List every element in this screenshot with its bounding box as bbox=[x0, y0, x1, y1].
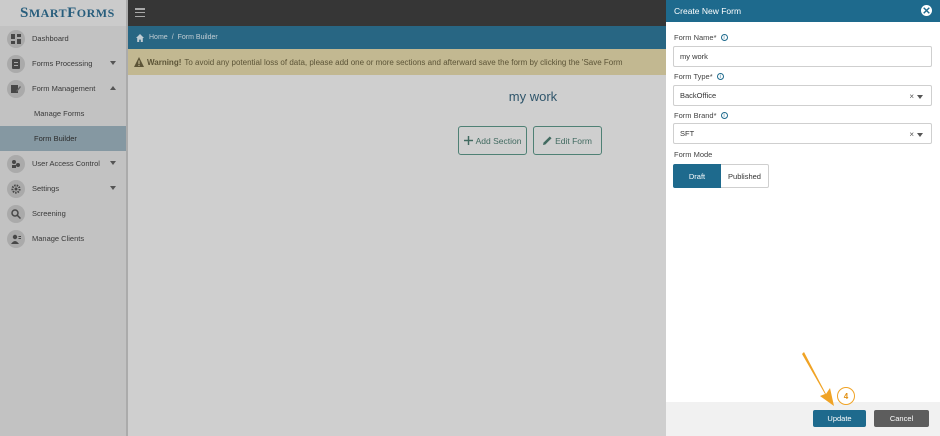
home-icon[interactable] bbox=[136, 33, 144, 42]
sidebar-item-label: Screening bbox=[32, 209, 66, 218]
hamburger-menu-icon[interactable] bbox=[135, 8, 145, 17]
select-controls: × bbox=[909, 130, 923, 139]
sidebar: S MART F ORMS Dashboard Forms Processing F… bbox=[0, 0, 128, 436]
sidebar-item-form-management[interactable]: Form Management bbox=[0, 76, 126, 101]
chevron-up-icon bbox=[110, 86, 116, 90]
logo-letter-f: F bbox=[67, 4, 77, 21]
panel-header: Create New Form bbox=[666, 0, 940, 22]
panel-title: Create New Form bbox=[674, 6, 742, 16]
panel-footer: Update Cancel bbox=[666, 402, 940, 436]
mode-draft-button[interactable]: Draft bbox=[673, 164, 721, 188]
logo-text-orms: ORMS bbox=[76, 5, 115, 20]
plus-icon bbox=[463, 136, 473, 145]
users-icon bbox=[7, 154, 25, 173]
form-brand-label-text: Form Brand* bbox=[674, 111, 717, 120]
form-brand-select[interactable]: SFT × bbox=[673, 123, 932, 144]
breadcrumb: Home / Form Builder bbox=[128, 26, 668, 49]
edit-form-label: Edit Form bbox=[555, 135, 592, 146]
form-type-label: Form Type* i bbox=[674, 72, 724, 81]
breadcrumb-current: Form Builder bbox=[177, 34, 218, 41]
sidebar-item-label: Manage Clients bbox=[32, 234, 85, 243]
form-name-label-text: Form Name* bbox=[674, 33, 717, 42]
warning-label: Warning! bbox=[147, 57, 182, 67]
dashboard-icon bbox=[7, 29, 25, 48]
info-icon: i bbox=[720, 34, 728, 41]
chevron-down-icon bbox=[110, 61, 116, 65]
close-button[interactable] bbox=[921, 5, 932, 16]
search-icon bbox=[7, 204, 25, 223]
form-management-icon bbox=[7, 79, 25, 98]
sidebar-item-dashboard[interactable]: Dashboard bbox=[0, 26, 126, 51]
update-button[interactable]: Update bbox=[813, 410, 866, 427]
gear-icon bbox=[7, 179, 25, 198]
warning-text: To avoid any potential loss of data, ple… bbox=[184, 57, 623, 67]
sidebar-item-label: Dashboard bbox=[32, 34, 69, 43]
annotation-arrow-icon bbox=[802, 352, 834, 406]
sidebar-item-settings[interactable]: Settings bbox=[0, 176, 126, 201]
form-brand-label: Form Brand* i bbox=[674, 111, 728, 120]
chevron-down-icon[interactable] bbox=[917, 94, 923, 99]
chevron-down-icon bbox=[110, 186, 116, 190]
top-bar bbox=[128, 0, 668, 26]
form-type-select[interactable]: BackOffice × bbox=[673, 85, 932, 106]
step-badge: 4 bbox=[837, 387, 855, 405]
clear-icon[interactable]: × bbox=[909, 92, 914, 101]
sidebar-item-forms-processing[interactable]: Forms Processing bbox=[0, 51, 126, 76]
chevron-down-icon[interactable] bbox=[917, 132, 923, 137]
cancel-button[interactable]: Cancel bbox=[874, 410, 929, 427]
logo-text-mart: MART bbox=[28, 5, 68, 20]
sidebar-item-label: Forms Processing bbox=[32, 59, 93, 68]
breadcrumb-home[interactable]: Home bbox=[149, 34, 168, 41]
sidebar-item-label: User Access Control bbox=[32, 159, 100, 168]
form-mode-toggle: Draft Published bbox=[673, 164, 769, 188]
info-icon: i bbox=[716, 73, 724, 80]
sidebar-item-screening[interactable]: Screening bbox=[0, 201, 126, 226]
app-logo: S MART F ORMS bbox=[0, 0, 126, 26]
sidebar-item-label: Settings bbox=[32, 184, 60, 193]
logo-letter-s: S bbox=[20, 4, 29, 21]
forms-icon bbox=[7, 54, 25, 73]
form-mode-label: Form Mode bbox=[674, 150, 713, 159]
sidebar-item-form-builder[interactable]: Form Builder bbox=[0, 126, 126, 151]
add-section-label: Add Section bbox=[475, 135, 522, 146]
sidebar-item-manage-forms[interactable]: Manage Forms bbox=[0, 101, 126, 126]
pencil-icon bbox=[543, 136, 552, 145]
info-icon: i bbox=[720, 112, 728, 119]
sidebar-item-user-access-control[interactable]: User Access Control bbox=[0, 151, 126, 176]
form-type-label-text: Form Type* bbox=[674, 72, 713, 81]
client-icon bbox=[7, 229, 25, 248]
add-section-button[interactable]: Add Section bbox=[458, 126, 527, 155]
form-name-input[interactable] bbox=[673, 46, 932, 67]
mode-published-button[interactable]: Published bbox=[721, 164, 769, 188]
sidebar-item-label: Form Management bbox=[32, 84, 96, 93]
form-name-label: Form Name* i bbox=[674, 33, 728, 42]
form-brand-value: SFT bbox=[680, 129, 695, 138]
breadcrumb-separator: / bbox=[171, 34, 174, 41]
form-type-value: BackOffice bbox=[680, 91, 717, 100]
sidebar-item-manage-clients[interactable]: Manage Clients bbox=[0, 226, 126, 251]
warning-icon bbox=[134, 57, 144, 67]
edit-form-button[interactable]: Edit Form bbox=[533, 126, 602, 155]
warning-banner: Warning! To avoid any potential loss of … bbox=[128, 49, 668, 75]
chevron-down-icon bbox=[110, 161, 116, 165]
clear-icon[interactable]: × bbox=[909, 130, 914, 139]
close-icon bbox=[923, 7, 930, 14]
select-controls: × bbox=[909, 92, 923, 101]
